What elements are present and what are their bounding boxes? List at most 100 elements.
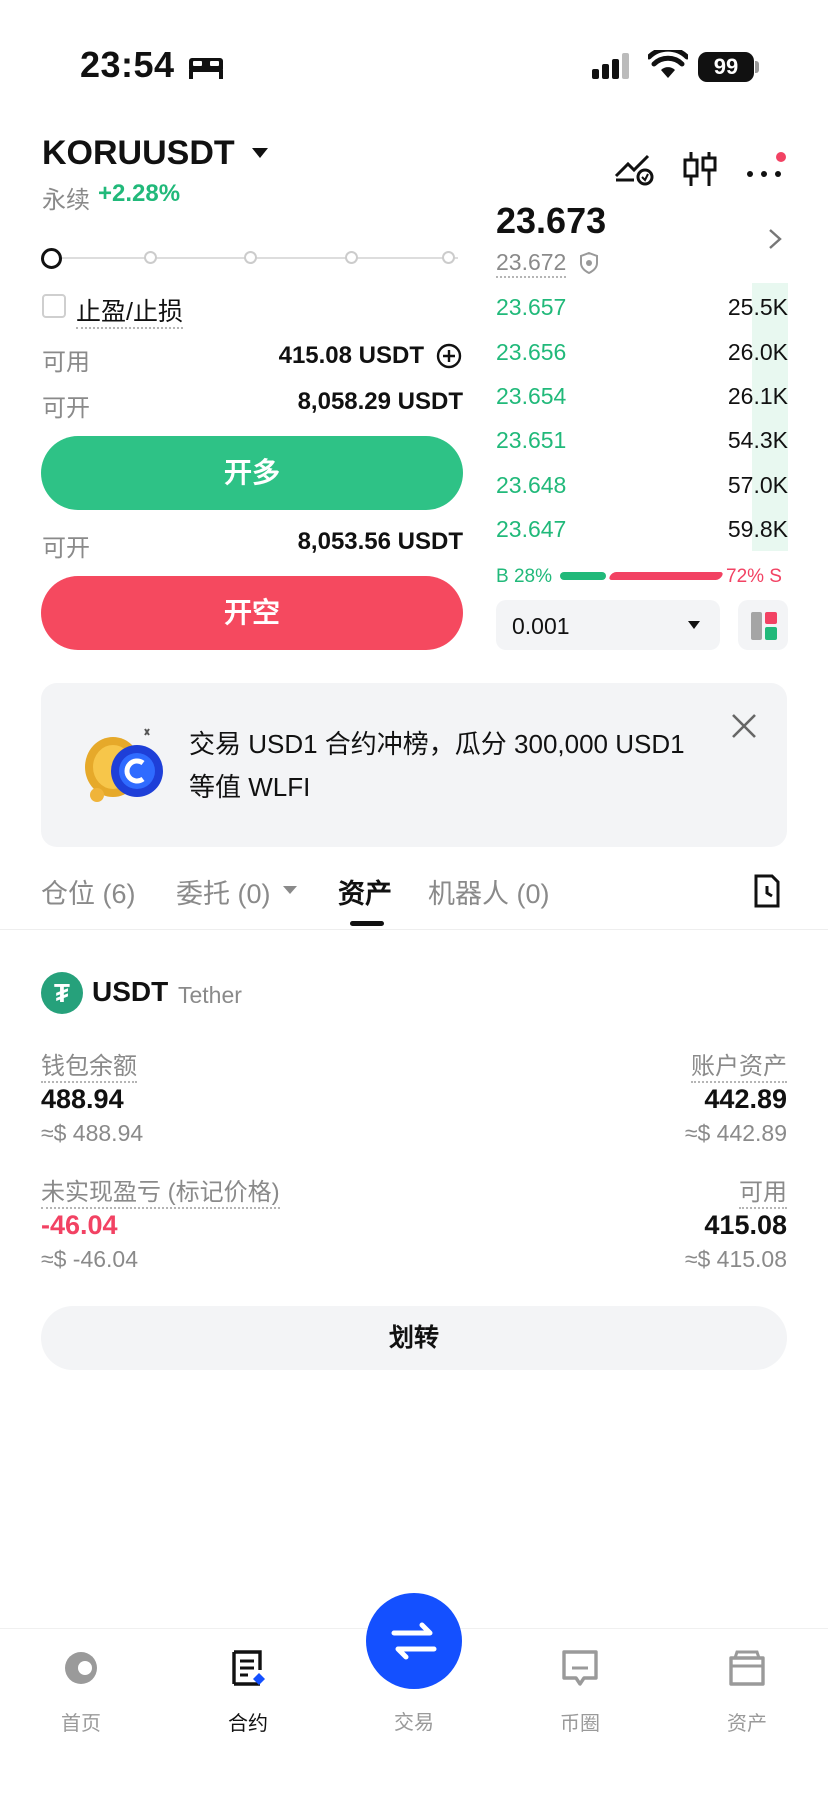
available-value: 415.08 USDT [278,342,424,369]
home-icon [65,1652,97,1684]
available-balance: 415.08 [704,1210,787,1240]
account-equity-label: 账户资产 [691,1046,787,1083]
tab-active-indicator [350,921,384,926]
coin-full-name: Tether [178,982,242,1008]
tab-assets[interactable]: 资产 [338,872,392,911]
wallet-balance-usd: ≈$ 488.94 [41,1120,144,1146]
mark-price: 23.672 [496,249,567,278]
divider [0,929,828,930]
bid-qty: 57.0K [727,472,788,498]
bid-qty: 26.0K [727,339,788,365]
contract-type: 永续 [42,187,90,214]
open-short-button[interactable]: 开空 [41,576,463,650]
nav-home[interactable]: 首页 [26,1648,136,1736]
unrealized-pnl: -46.04 [41,1210,118,1240]
account-equity: 442.89 [704,1084,787,1114]
battery-tip [755,61,759,73]
promo-banner[interactable]: 交易 USD1 合约冲榜，瓜分 300,000 USD1 等值 WLFI [41,683,787,847]
price-alert-icon[interactable] [614,150,654,186]
orderbook-row[interactable]: 23.656 26.0K [496,339,788,369]
unrealized-pnl-label: 未实现盈亏 (标记价格) [41,1172,280,1209]
close-icon[interactable] [731,713,757,739]
buy-ratio: B 28% [496,566,552,587]
battery-indicator: 99 [698,52,754,82]
open-short-value: 8,053.56 USDT [297,528,463,555]
orderbook-row[interactable]: 23.654 26.1K [496,383,788,413]
slider-stop[interactable] [442,251,455,264]
account-equity-label-text: 账户资产 [691,1053,787,1083]
community-icon [562,1650,598,1686]
contract-icon [232,1650,265,1686]
nav-trade-label: 交易 [394,1712,434,1734]
sell-ratio-bar [607,572,725,580]
open-long-label: 可开 [42,395,90,422]
tab-bots[interactable]: 机器人 (0) [428,872,550,911]
bed-icon [189,58,223,79]
sell-ratio: 72% S [726,566,782,587]
available-balance-label: 可用 [739,1172,787,1209]
precision-value: 0.001 [512,613,570,639]
history-icon[interactable] [752,874,782,908]
caret-down-icon[interactable] [252,148,268,158]
bid-price: 23.656 [496,339,567,365]
layout-icon [751,612,777,640]
wallet-icon [729,1650,765,1686]
caret-down-icon [688,621,700,629]
add-funds-icon[interactable] [436,343,462,369]
wifi-icon [648,50,688,78]
nav-contract[interactable]: 合约 [193,1648,303,1736]
transfer-button[interactable]: 划转 [41,1306,787,1370]
nav-assets-label: 资产 [727,1713,767,1735]
mark-price-text: 23.672 [496,249,567,278]
available-balance-label-text: 可用 [739,1179,787,1209]
nav-community[interactable]: 币圈 [525,1648,635,1736]
nav-contract-label: 合约 [228,1713,268,1735]
swap-icon [391,1622,437,1660]
nav-trade-button[interactable] [366,1593,462,1689]
wallet-balance: 488.94 [41,1084,124,1114]
nav-assets[interactable]: 资产 [692,1648,802,1736]
last-price[interactable]: 23.673 [496,200,606,242]
price-change: +2.28% [98,180,181,207]
bid-qty: 54.3K [727,427,788,453]
precision-select[interactable]: 0.001 [496,600,720,650]
chevron-right-icon[interactable] [768,228,782,250]
buy-ratio-bar [560,572,606,580]
coin-name: USDT [92,976,169,1007]
candlestick-chart-icon[interactable] [682,150,718,188]
more-options-icon[interactable] [744,152,788,182]
bid-price: 23.657 [496,294,567,320]
tpsl-label-text: 止盈/止损 [76,298,183,329]
tether-icon: ₮ [41,972,83,1014]
account-equity-usd: ≈$ 442.89 [684,1120,787,1146]
slider-stop[interactable] [144,251,157,264]
cellular-signal-icon [592,53,629,79]
bid-price: 23.648 [496,472,567,498]
pair-selector[interactable]: KORUUSDT [42,134,235,173]
slider-stop[interactable] [345,251,358,264]
shield-icon [580,252,598,274]
orderbook-row[interactable]: 23.657 25.5K [496,294,788,324]
nav-home-label: 首页 [61,1713,101,1735]
tab-orders[interactable]: 委托 (0) [176,872,271,911]
orderbook-row[interactable]: 23.648 57.0K [496,472,788,502]
available-balance-usd: ≈$ 415.08 [684,1246,787,1272]
orderbook-layout-button[interactable] [738,600,788,650]
bid-qty: 25.5K [727,294,788,320]
bid-price: 23.647 [496,516,567,542]
slider-thumb[interactable] [41,248,62,269]
unrealized-pnl-label-text: 未实现盈亏 (标记价格) [41,1179,280,1209]
banner-text: 交易 USD1 合约冲榜，瓜分 300,000 USD1 等值 WLFI [189,729,685,802]
nav-community-label: 币圈 [560,1713,600,1735]
tpsl-label[interactable]: 止盈/止损 [76,292,183,329]
wallet-balance-label: 钱包余额 [41,1046,137,1083]
status-time: 23:54 [80,44,175,85]
orderbook-row[interactable]: 23.647 59.8K [496,516,788,546]
slider-stop[interactable] [244,251,257,264]
bid-price: 23.651 [496,427,567,453]
open-long-button[interactable]: 开多 [41,436,463,510]
caret-down-icon[interactable] [283,886,297,894]
tab-positions[interactable]: 仓位 (6) [41,872,136,911]
orderbook-row[interactable]: 23.651 54.3K [496,427,788,457]
tpsl-checkbox[interactable] [42,294,66,318]
